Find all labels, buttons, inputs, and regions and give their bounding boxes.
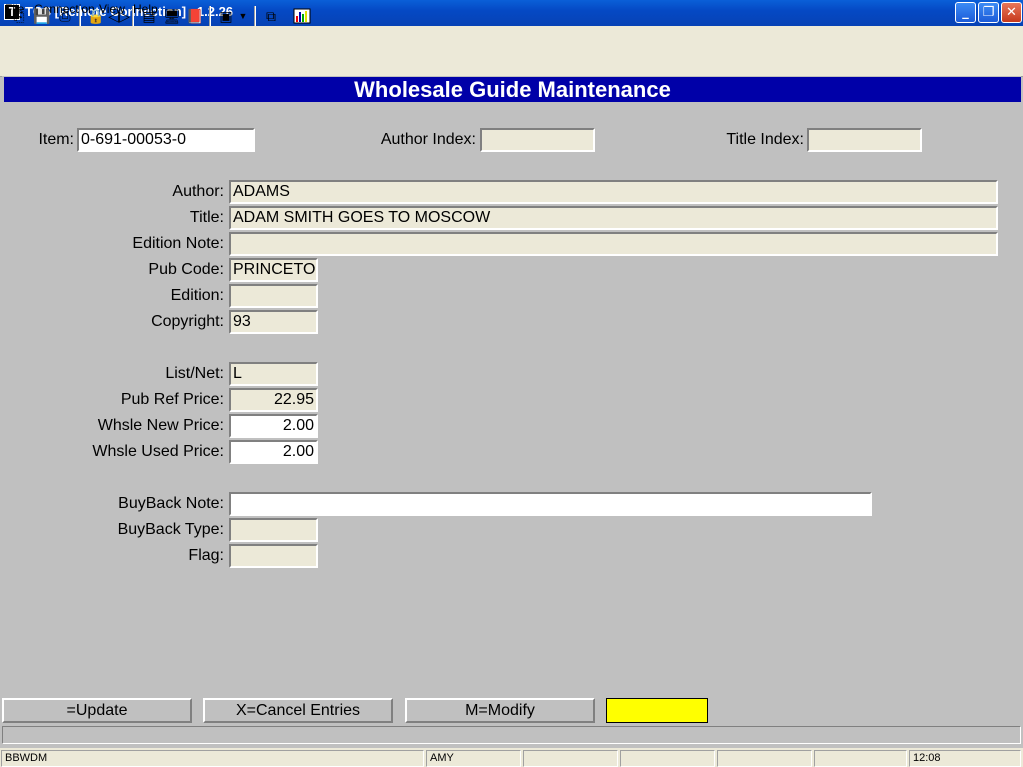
modify-button[interactable]: M=Modify (405, 698, 595, 723)
list-net-label: List/Net: (165, 365, 224, 382)
buyback-note-input[interactable] (229, 492, 872, 516)
status-program: BBWDM (1, 750, 424, 767)
minimize-button[interactable]: _ (955, 2, 976, 23)
network-icon[interactable]: ⧉ (261, 6, 281, 26)
status-user: AMY (426, 750, 521, 767)
page-title: Wholesale Guide Maintenance (4, 77, 1021, 102)
flag-label: Flag: (188, 547, 224, 564)
close-button[interactable]: ✕ (1001, 2, 1022, 23)
pub-ref-price-label: Pub Ref Price: (120, 391, 224, 408)
print-icon[interactable]: ⎙ (55, 6, 75, 26)
toolbar-separator (254, 6, 256, 26)
whsle-used-price-input[interactable]: 2.00 (229, 440, 318, 464)
item-input[interactable]: 0-691-00053-0 (77, 128, 255, 152)
copy-icon[interactable]: ⎘ (9, 6, 29, 26)
chart-icon-graphic (293, 8, 311, 24)
sound-icon[interactable]: ◁▷ (108, 6, 130, 26)
edition-label: Edition: (170, 287, 224, 304)
maximize-button[interactable]: ❐ (978, 2, 999, 23)
title-field[interactable]: ADAM SMITH GOES TO MOSCOW (229, 206, 998, 230)
copyright-label: Copyright: (151, 313, 224, 330)
chart-icon[interactable] (292, 6, 312, 26)
toolbar (0, 44, 1023, 77)
pub-ref-price-field[interactable]: 22.95 (229, 388, 318, 412)
whsle-new-price-input[interactable]: 2.00 (229, 414, 318, 438)
author-field[interactable]: ADAMS (229, 180, 998, 204)
status-panel (523, 750, 618, 767)
buyback-type-field[interactable] (229, 518, 318, 542)
pub-code-label: Pub Code: (148, 261, 224, 278)
item-label: Item: (38, 131, 74, 148)
status-time: 12:08 (909, 750, 1021, 767)
title-index-field[interactable] (807, 128, 922, 152)
flag-field[interactable] (229, 544, 318, 568)
status-panel (717, 750, 812, 767)
status-panel (814, 750, 907, 767)
dropdown-icon[interactable]: ▼ (236, 6, 250, 26)
edition-note-label: Edition Note: (132, 235, 224, 252)
window-icon[interactable]: ▣ (216, 6, 236, 26)
save-icon[interactable]: 💾 (32, 6, 52, 26)
main-panel (2, 76, 1021, 696)
status-indicator (606, 698, 708, 723)
update-button[interactable]: =Update (2, 698, 192, 723)
pub-code-field[interactable]: PRINCETO (229, 258, 318, 282)
author-index-field[interactable] (480, 128, 595, 152)
list-net-field[interactable]: L (229, 362, 318, 386)
toolbar-separator (79, 6, 81, 26)
menu-bar (0, 26, 1023, 44)
copyright-field[interactable]: 93 (229, 310, 318, 334)
title-index-label: Title Index: (726, 131, 804, 148)
title-label: Title: (189, 209, 224, 226)
book-icon[interactable]: 📕 (185, 6, 205, 26)
status-panel (620, 750, 715, 767)
monitor-icon[interactable]: 🖥 (162, 6, 182, 26)
buyback-type-label: BuyBack Type: (117, 521, 224, 538)
edition-field[interactable] (229, 284, 318, 308)
properties-icon[interactable]: ▤ (139, 6, 159, 26)
buyback-note-label: BuyBack Note: (118, 495, 224, 512)
toolbar-separator (209, 6, 211, 26)
whsle-new-price-label: Whsle New Price: (97, 417, 224, 434)
toolbar-separator (132, 6, 134, 26)
message-line (2, 726, 1021, 744)
edition-note-field[interactable] (229, 232, 998, 256)
author-label: Author: (172, 183, 224, 200)
author-index-label: Author Index: (380, 131, 476, 148)
lock-icon[interactable]: 🔒 (86, 6, 106, 26)
cancel-entries-button[interactable]: X=Cancel Entries (203, 698, 393, 723)
whsle-used-price-label: Whsle Used Price: (92, 443, 224, 460)
